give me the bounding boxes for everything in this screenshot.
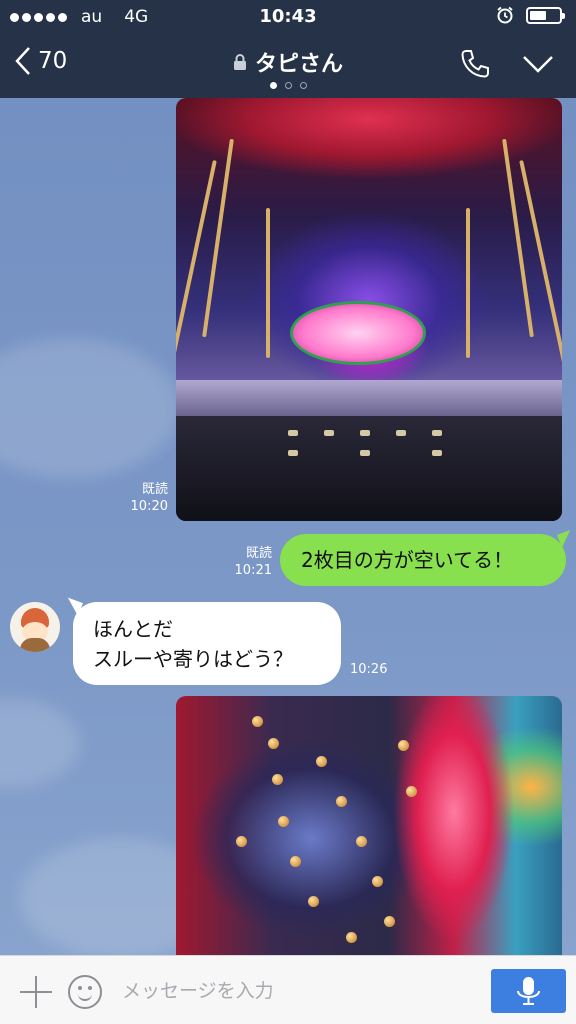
incoming-message-bubble[interactable]: ほんとだ スルーや寄りはどう？ [73,602,341,685]
message-text: 2枚目の方が空いてる！ [301,548,514,572]
battery-icon [526,6,565,24]
chat-header: 70 タピさん [0,34,576,98]
status-bar: au 4G 10:43 [0,0,576,34]
read-receipt: 既読 [141,482,168,497]
message-time: 10:20 [130,499,168,514]
message-text-line: ほんとだ [93,617,173,641]
sent-photo[interactable] [176,98,562,521]
phone-icon[interactable] [459,48,491,80]
contact-name: タピさん [254,52,343,77]
lock-icon [233,54,246,70]
page-dot [299,82,307,89]
message-time: 10:26 [350,662,388,677]
plus-icon[interactable] [20,976,52,1008]
avatar[interactable] [10,602,60,652]
voice-button[interactable] [491,969,566,1013]
emoji-icon[interactable] [68,975,102,1009]
status-time: 10:43 [259,6,317,27]
outgoing-message-bubble[interactable]: 2枚目の方が空いてる！ [280,534,566,586]
mic-icon [517,977,540,1005]
message-meta: 既読 10:21 [222,545,272,579]
message-input[interactable]: メッセージを入力 [122,976,274,1006]
message-input-bar: メッセージを入力 [0,955,576,1024]
chevron-down-icon[interactable] [522,54,554,74]
message-time: 10:21 [234,563,272,578]
read-receipt: 既読 [245,546,272,561]
alarm-icon [497,6,513,24]
page-indicator [0,82,576,89]
chat-title[interactable]: タピさん [233,46,343,78]
message-text-line: スルーや寄りはどう？ [93,647,293,671]
message-meta: 既読 10:20 [118,481,168,515]
sent-photo[interactable] [176,696,562,955]
machine-logo [290,301,426,365]
chat-history[interactable]: 既読 10:20 既読 10:21 2枚目の方が空いてる！ ほんとだ スルーや寄… [0,98,576,955]
page-dot [284,82,292,89]
page-dot [269,82,277,89]
